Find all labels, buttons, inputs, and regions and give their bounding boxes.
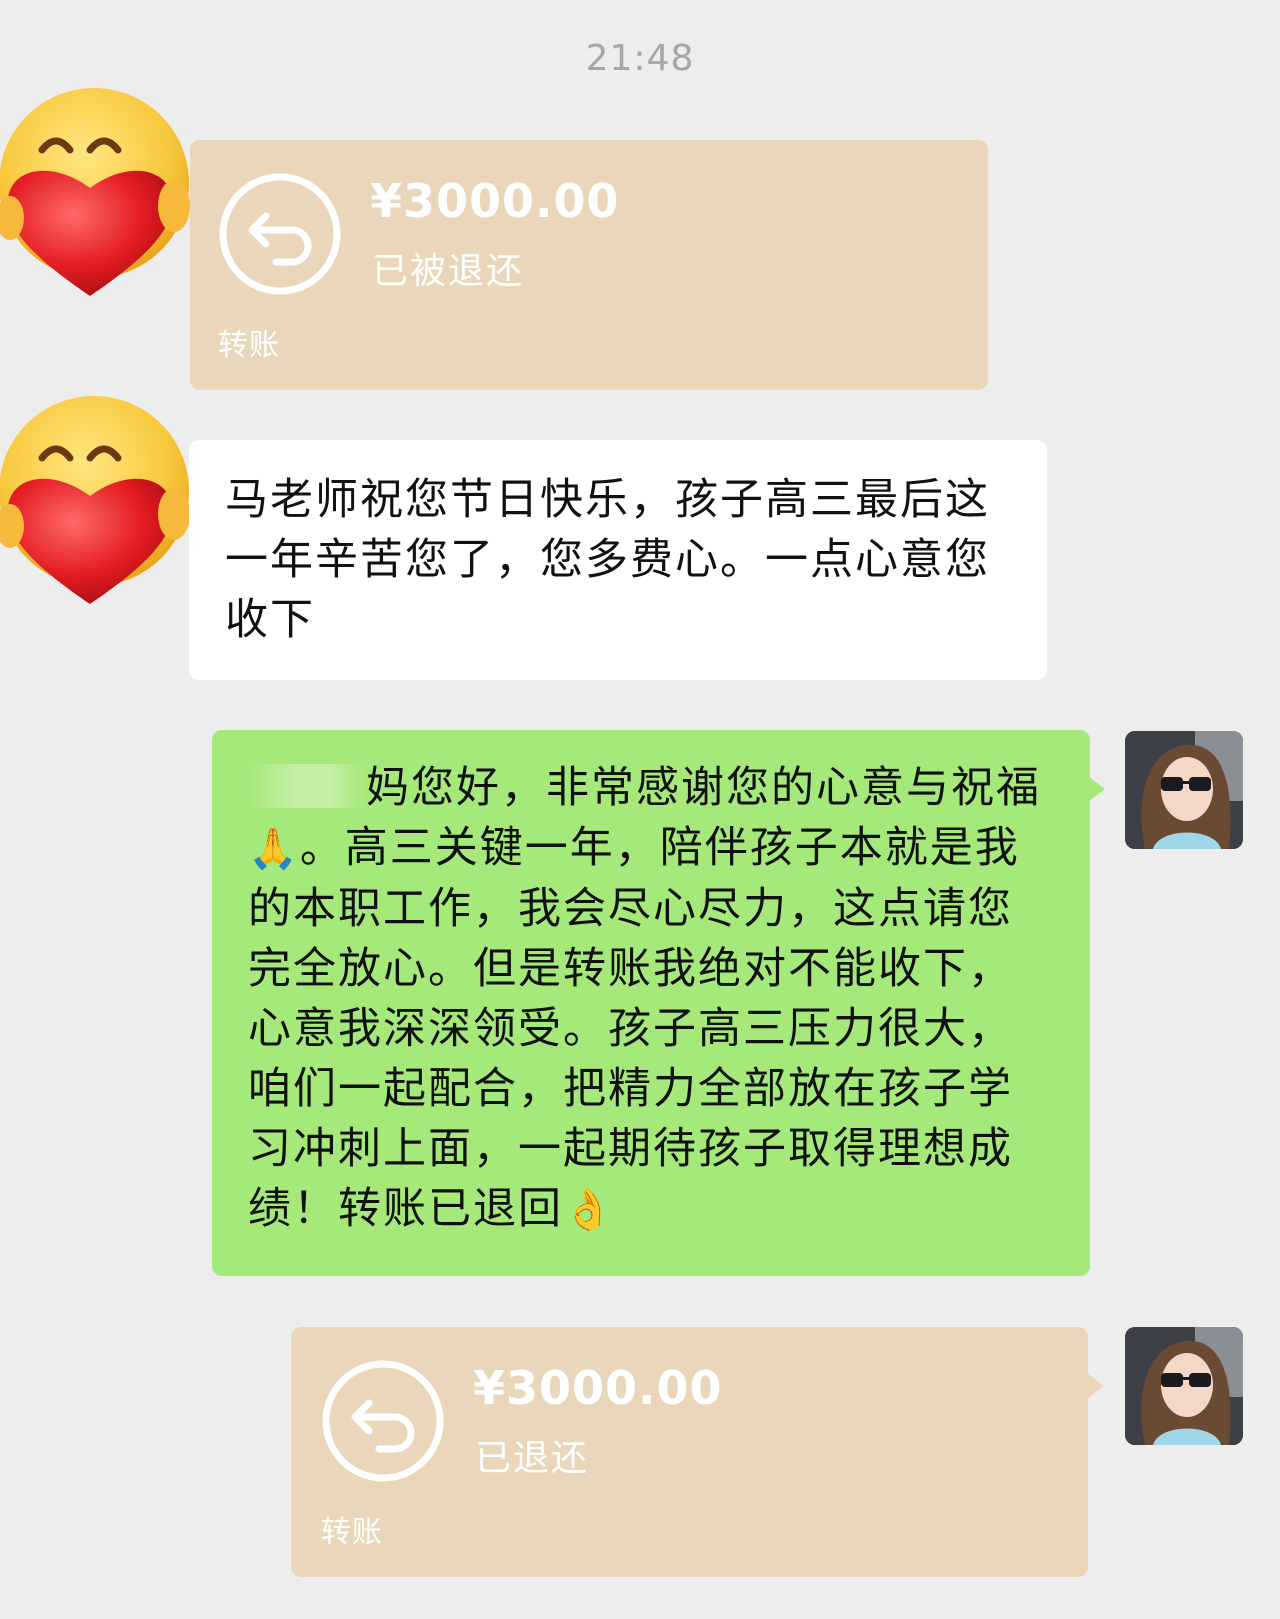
ok-hand-emoji-icon: 👌 [563,1187,615,1233]
sender-avatar[interactable] [0,88,204,298]
transfer-card-received[interactable]: ¥3000.00 已被退还 转账 [190,140,988,390]
transfer-card-sent[interactable]: ¥3000.00 已退还 转账 [291,1327,1088,1577]
message-text: 妈您好，非常感谢您的心意与祝福🙏。高三关键一年，陪伴孩子本就是我的本职工作，我会… [248,763,1041,1234]
message-text: 马老师祝您节日快乐，孩子高三最后这一年辛苦您了，您多费心。一点心意您收下 [225,475,990,645]
user-avatar[interactable] [1125,731,1243,849]
sender-avatar[interactable] [0,396,204,606]
pray-emoji-icon: 🙏 [248,826,300,872]
transfer-amount: ¥3000.00 [370,174,620,228]
transfer-amount: ¥3000.00 [473,1361,723,1415]
transfer-label: 转账 [218,328,280,363]
bubble-tail [1088,1374,1104,1398]
bubble-tail [1089,777,1105,801]
return-arrow-icon [219,173,341,295]
user-avatar[interactable] [1125,1327,1243,1445]
return-arrow-icon [322,1360,444,1482]
transfer-status: 已退还 [475,1438,590,1479]
redacted-name [248,764,366,808]
transfer-label: 转账 [321,1515,383,1550]
message-timestamp: 21:48 [585,38,695,79]
message-bubble-received[interactable]: 马老师祝您节日快乐，孩子高三最后这一年辛苦您了，您多费心。一点心意您收下 [189,440,1047,680]
message-bubble-sent[interactable]: 妈您好，非常感谢您的心意与祝福🙏。高三关键一年，陪伴孩子本就是我的本职工作，我会… [212,730,1090,1276]
transfer-status: 已被退还 [372,251,525,292]
